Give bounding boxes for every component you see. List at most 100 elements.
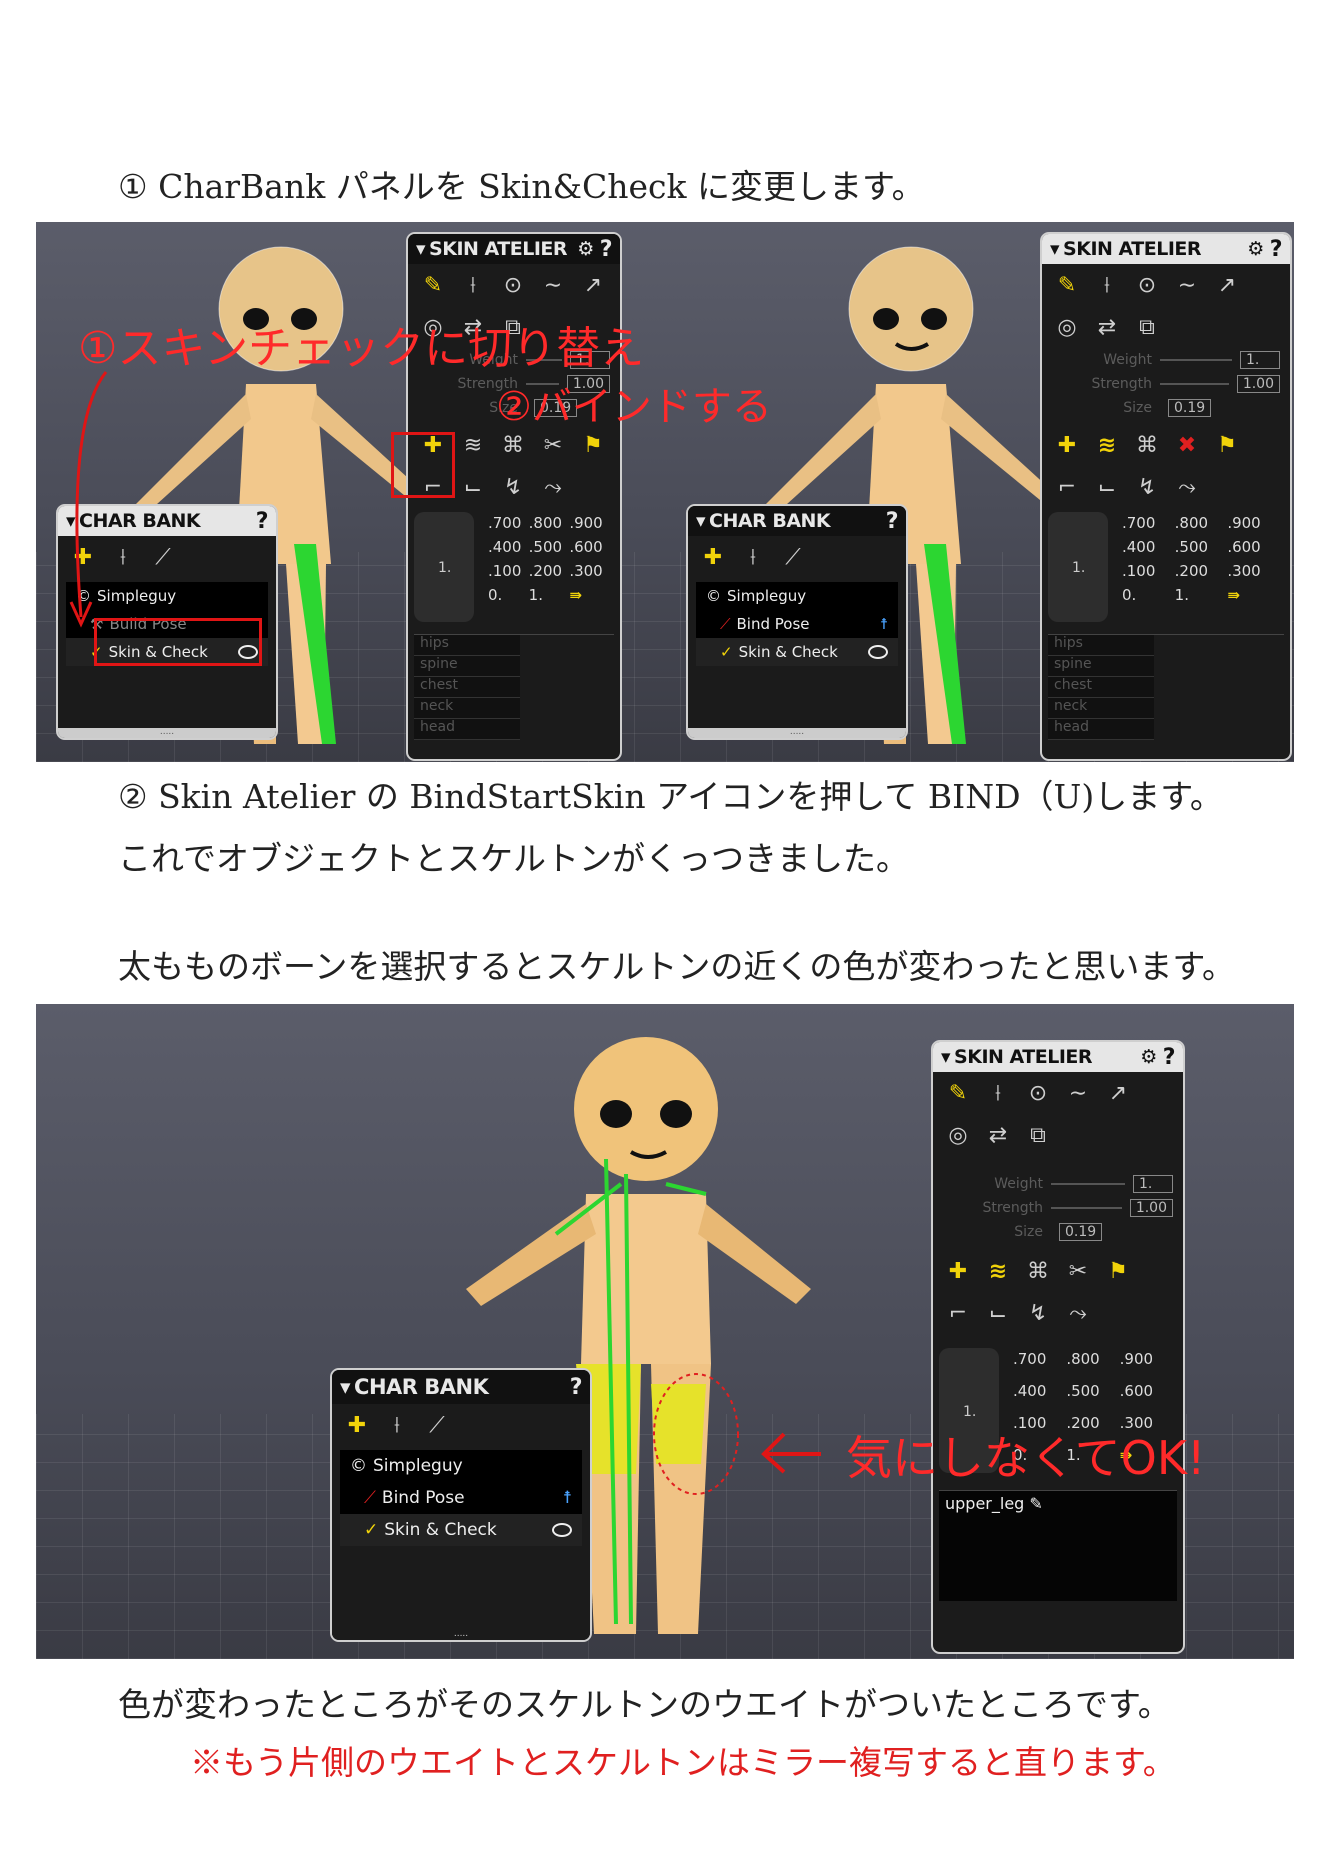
weight-field[interactable]: 1.	[1240, 351, 1280, 369]
copy-icon[interactable]: ⧉	[1023, 1120, 1053, 1150]
size-field[interactable]: 0.19	[1168, 399, 1212, 417]
preset-1[interactable]: 1.	[1175, 586, 1228, 604]
bind-icon-2[interactable]: ≋	[983, 1256, 1013, 1286]
collapse-triangle-icon[interactable]: ▾	[1050, 238, 1060, 260]
bone-item[interactable]: chest	[1048, 677, 1154, 698]
bone-item[interactable]: neck	[414, 698, 520, 719]
bind-icon-2[interactable]: ≋	[1092, 430, 1122, 460]
collapse-triangle-icon[interactable]: ▾	[416, 238, 426, 260]
help-icon[interactable]: ?	[570, 1375, 583, 1400]
pose-icon-2[interactable]: ⟋	[422, 1410, 452, 1440]
bind-pose-item[interactable]: ⟋ Bind Pose ☨	[340, 1482, 582, 1514]
size-field[interactable]: 0.19	[1059, 1223, 1103, 1241]
skin-icon-7[interactable]: ⌙	[983, 1298, 1013, 1328]
joint-tool-icon[interactable]: ⊙	[1023, 1078, 1053, 1108]
character-item[interactable]: © Simpleguy	[696, 582, 898, 610]
gear-icon[interactable]: ⚙	[577, 238, 594, 260]
preset-300[interactable]: .300	[569, 562, 610, 580]
eye-icon[interactable]	[552, 1523, 572, 1537]
skin-icon-5[interactable]: ⚑	[578, 430, 608, 460]
unbind-icon[interactable]: ✖	[1172, 430, 1202, 460]
tool-icon[interactable]: ↗	[1212, 270, 1242, 300]
skin-check-item[interactable]: ✓ Skin & Check	[340, 1514, 582, 1546]
skin-icon-7[interactable]: ⌙	[458, 472, 488, 502]
help-icon[interactable]: ?	[886, 509, 899, 534]
skin-icon-9[interactable]: ⤳	[538, 472, 568, 502]
tool-icon[interactable]: ↗	[578, 270, 608, 300]
add-character-icon[interactable]: ✚	[342, 1410, 372, 1440]
preset-400[interactable]: .400	[1122, 538, 1175, 556]
selected-bone[interactable]: upper_leg ✎	[939, 1491, 1177, 1516]
gear-icon[interactable]: ⚙	[1247, 238, 1264, 260]
skin-icon-6[interactable]: ⌐	[943, 1298, 973, 1328]
preset-800[interactable]: .800	[1066, 1350, 1119, 1368]
preset-100[interactable]: .100	[488, 562, 529, 580]
preset-900[interactable]: .900	[1120, 1350, 1173, 1368]
skin-check-item[interactable]: ✓ Skin & Check	[696, 638, 898, 666]
skin-icon-3[interactable]: ⌘	[1132, 430, 1162, 460]
help-icon[interactable]: ?	[256, 509, 269, 534]
bind-start-skin-icon[interactable]: ✚	[1052, 430, 1082, 460]
preset-700[interactable]: .700	[1013, 1350, 1066, 1368]
bone-item[interactable]: head	[414, 719, 520, 740]
joint-tool-icon[interactable]: ⊙	[498, 270, 528, 300]
preset-800[interactable]: .800	[1175, 514, 1228, 532]
copy-icon[interactable]: ⧉	[1132, 312, 1162, 342]
skin-icon-8[interactable]: ↯	[1023, 1298, 1053, 1328]
skin-icon-8[interactable]: ↯	[498, 472, 528, 502]
help-icon[interactable]: ?	[1270, 237, 1283, 262]
bone-item[interactable]: spine	[1048, 656, 1154, 677]
curve-tool-icon[interactable]: ∼	[538, 270, 568, 300]
skin-icon-6[interactable]: ⌐	[1052, 472, 1082, 502]
preset-100[interactable]: .100	[1122, 562, 1175, 580]
help-icon[interactable]: ?	[1163, 1045, 1176, 1070]
preset-900[interactable]: .900	[569, 514, 610, 532]
preset-600[interactable]: .600	[1227, 538, 1280, 556]
preset-200[interactable]: .200	[529, 562, 570, 580]
add-character-icon[interactable]: ✚	[698, 542, 728, 572]
paint-brush-icon[interactable]: ✎	[1052, 270, 1082, 300]
preset-500[interactable]: .500	[529, 538, 570, 556]
paint-brush-icon[interactable]: ✎	[418, 270, 448, 300]
preset-300[interactable]: .300	[1227, 562, 1280, 580]
bone-tool-icon[interactable]: ⟊	[1092, 270, 1122, 300]
skin-icon-7[interactable]: ⌙	[1092, 472, 1122, 502]
preset-0[interactable]: 0.	[488, 586, 529, 604]
curve-tool-icon[interactable]: ∼	[1172, 270, 1202, 300]
skin-icon-3[interactable]: ⌘	[1023, 1256, 1053, 1286]
skin-icon-3[interactable]: ⌘	[498, 430, 528, 460]
pose-icon-2[interactable]: ⟋	[778, 542, 808, 572]
skin-icon-5[interactable]: ⚑	[1103, 1256, 1133, 1286]
circle-brush-icon[interactable]: ◎	[943, 1120, 973, 1150]
preset-500[interactable]: .500	[1175, 538, 1228, 556]
help-icon[interactable]: ?	[600, 237, 613, 262]
mirror-icon[interactable]: ⇄	[1092, 312, 1122, 342]
tool-icon[interactable]: ↗	[1103, 1078, 1133, 1108]
preset-500[interactable]: .500	[1066, 1382, 1119, 1400]
skin-icon-9[interactable]: ⤳	[1172, 472, 1202, 502]
weight-field[interactable]: 1.	[1133, 1175, 1173, 1193]
preset-600[interactable]: .600	[569, 538, 610, 556]
preset-900[interactable]: .900	[1227, 514, 1280, 532]
pose-icon-2[interactable]: ⟋	[148, 542, 178, 572]
collapse-triangle-icon[interactable]: ▾	[941, 1046, 951, 1068]
preset-700[interactable]: .700	[488, 514, 529, 532]
paint-brush-icon[interactable]: ✎	[943, 1078, 973, 1108]
skin-icon-5[interactable]: ⚑	[1212, 430, 1242, 460]
skin-icon-2[interactable]: ≋	[458, 430, 488, 460]
collapse-triangle-icon[interactable]: ▾	[696, 510, 706, 532]
bone-item[interactable]: hips	[414, 635, 520, 656]
preset-700[interactable]: .700	[1122, 514, 1175, 532]
strength-field[interactable]: 1.00	[1129, 1199, 1173, 1217]
skin-icon-4[interactable]: ✂	[1063, 1256, 1093, 1286]
curve-tool-icon[interactable]: ∼	[1063, 1078, 1093, 1108]
bone-item[interactable]: spine	[414, 656, 520, 677]
bone-tool-icon[interactable]: ⟊	[458, 270, 488, 300]
resize-grip[interactable]: .....	[688, 728, 906, 738]
apply-icon[interactable]: ⇛	[569, 586, 610, 604]
pose-figure-icon[interactable]: ☨	[563, 1488, 572, 1508]
brush-icon[interactable]: ✎	[1029, 1494, 1042, 1513]
bind-start-skin-icon[interactable]: ✚	[943, 1256, 973, 1286]
preset-400[interactable]: .400	[488, 538, 529, 556]
circle-brush-icon[interactable]: ◎	[1052, 312, 1082, 342]
